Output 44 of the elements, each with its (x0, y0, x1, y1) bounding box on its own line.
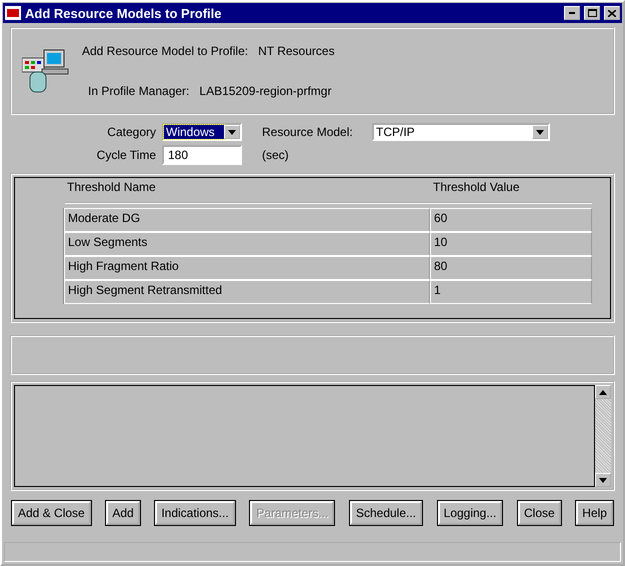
maximize-button[interactable] (584, 6, 600, 20)
scroll-down-button[interactable] (595, 473, 611, 487)
table-cell: High Segment Retransmitted (64, 280, 430, 304)
dialog-button[interactable]: Indications... (155, 501, 235, 525)
table-cell: Moderate DG (64, 208, 430, 232)
table-cell: Low Segments (64, 232, 430, 256)
dialog-button[interactable]: Logging... (438, 501, 502, 525)
dialog-button[interactable]: Help (576, 501, 613, 525)
dialog-button[interactable]: Add & Close (12, 501, 91, 525)
close-icon (608, 10, 616, 16)
table-cell: High Fragment Ratio (64, 256, 430, 280)
close-button[interactable] (604, 6, 620, 20)
resource-model-label: Resource Model: (262, 125, 354, 139)
table-cell: 10 (430, 232, 592, 256)
category-label: Category (106, 125, 157, 139)
vertical-scrollbar[interactable] (595, 385, 611, 487)
resource-model-dropdown[interactable]: TCP/IP (372, 123, 550, 141)
minimize-icon (569, 12, 575, 14)
dialog-button[interactable]: Close (518, 501, 561, 525)
unit-label: (sec) (262, 148, 290, 162)
column-header: Threshold Name (67, 180, 157, 194)
window-title: Add Resource Models to Profile (25, 6, 222, 20)
dialog-button[interactable]: Schedule... (350, 501, 422, 525)
table-cell: 60 (430, 208, 592, 232)
minimize-button[interactable] (564, 6, 580, 20)
table-cell: 80 (430, 256, 592, 280)
manager-label: In Profile Manager: (88, 84, 190, 98)
table-cell: 1 (430, 280, 592, 304)
scroll-up-button[interactable] (595, 385, 611, 399)
computer-database-icon (22, 48, 70, 94)
app-icon (5, 6, 21, 20)
cycle-time-label: Cycle Time (96, 148, 157, 162)
cycle-time-field[interactable]: 180 (162, 145, 242, 165)
manager-value: LAB15209-region-prfmgr (199, 84, 332, 98)
dialog-button[interactable]: Add (106, 501, 140, 525)
up-arrow-icon (599, 390, 607, 394)
down-arrow-icon (599, 478, 607, 482)
dropdown-arrow-icon (228, 130, 236, 134)
category-dropdown[interactable]: Windows (162, 123, 242, 141)
column-header: Threshold Value (433, 180, 520, 194)
profile-value: NT Resources (258, 44, 335, 58)
maximize-icon (588, 9, 596, 17)
dropdown-arrow-icon (536, 130, 544, 134)
profile-label: Add Resource Model to Profile: (82, 44, 248, 58)
